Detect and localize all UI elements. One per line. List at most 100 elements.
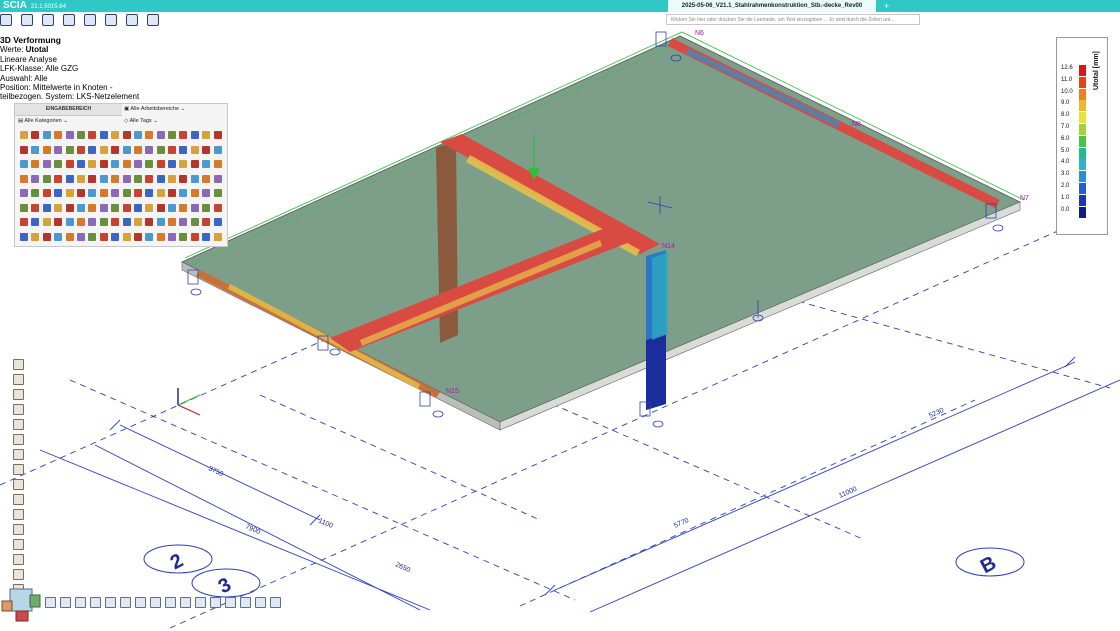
palette-tool-icon[interactable] [122, 160, 131, 168]
palette-tool-icon[interactable] [20, 131, 28, 139]
palette-tool-icon[interactable] [54, 189, 63, 197]
view-tool-icon[interactable] [210, 597, 221, 608]
palette-tool-icon[interactable] [54, 174, 63, 183]
palette-tool-icon[interactable] [133, 203, 142, 212]
toolbar-tool-icon[interactable] [13, 389, 24, 400]
palette-tool-icon[interactable] [65, 131, 74, 139]
palette-tool-icon[interactable] [20, 203, 28, 212]
palette-tool-icon[interactable] [99, 203, 108, 212]
palette-tool-icon[interactable] [31, 218, 40, 226]
palette-tool-icon[interactable] [133, 218, 142, 226]
palette-tool-icon[interactable] [99, 131, 108, 139]
palette-tool-icon[interactable] [111, 232, 120, 241]
palette-tool-icon[interactable] [179, 203, 188, 212]
palette-tool-icon[interactable] [88, 203, 97, 212]
palette-tool-icon[interactable] [65, 189, 74, 197]
palette-tool-icon[interactable] [65, 145, 74, 154]
palette-tool-icon[interactable] [145, 203, 154, 212]
toolbar-tool-icon[interactable] [13, 524, 24, 535]
palette-tool-icon[interactable] [31, 189, 40, 197]
palette-tool-icon[interactable] [213, 218, 222, 226]
palette-tool-icon[interactable] [168, 203, 177, 212]
palette-tool-icon[interactable] [145, 131, 154, 139]
palette-tool-icon[interactable] [65, 232, 74, 241]
palette-tool-icon[interactable] [99, 218, 108, 226]
palette-tool-icon[interactable] [54, 203, 63, 212]
toolbar-tool-icon[interactable] [13, 539, 24, 550]
palette-tool-icon[interactable] [42, 131, 51, 139]
palette-tool-icon[interactable] [190, 131, 199, 139]
view-tool-icon[interactable] [180, 597, 191, 608]
palette-tool-icon[interactable] [122, 218, 131, 226]
palette-tool-icon[interactable] [190, 145, 199, 154]
palette-tool-icon[interactable] [76, 160, 85, 168]
palette-tool-icon[interactable] [76, 218, 85, 226]
palette-tool-icon[interactable] [179, 218, 188, 226]
palette-tool-icon[interactable] [202, 145, 211, 154]
palette-tool-icon[interactable] [202, 174, 211, 183]
palette-tool-icon[interactable] [202, 203, 211, 212]
palette-tool-icon[interactable] [145, 189, 154, 197]
input-area-header[interactable]: EINGABEBEREICH [15, 104, 122, 116]
palette-tool-icon[interactable] [88, 131, 97, 139]
toolbar-tool-icon[interactable] [13, 464, 24, 475]
palette-tool-icon[interactable] [31, 145, 40, 154]
view-tool-icon[interactable] [240, 597, 251, 608]
model-viewport[interactable]: 3750 7900 1100 2650 5770 5230 11000 2 3 … [0, 0, 1120, 631]
view-tool-icon[interactable] [45, 597, 56, 608]
palette-tool-icon[interactable] [88, 218, 97, 226]
palette-tool-icon[interactable] [179, 131, 188, 139]
palette-tool-icon[interactable] [31, 160, 40, 168]
palette-tool-icon[interactable] [111, 218, 120, 226]
palette-tool-icon[interactable] [168, 174, 177, 183]
palette-tool-icon[interactable] [122, 203, 131, 212]
palette-tool-icon[interactable] [202, 131, 211, 139]
palette-tool-icon[interactable] [65, 203, 74, 212]
palette-tool-icon[interactable] [213, 203, 222, 212]
palette-tool-icon[interactable] [42, 160, 51, 168]
palette-tool-icon[interactable] [111, 131, 120, 139]
view-tool-icon[interactable] [120, 597, 131, 608]
palette-tool-icon[interactable] [190, 218, 199, 226]
palette-tool-icon[interactable] [190, 174, 199, 183]
view-tool-icon[interactable] [255, 597, 266, 608]
view-tool-icon[interactable] [75, 597, 86, 608]
palette-tool-icon[interactable] [190, 203, 199, 212]
toolbar-tool-icon[interactable] [13, 359, 24, 370]
palette-tool-icon[interactable] [42, 189, 51, 197]
toolbar-tool-icon[interactable] [13, 404, 24, 415]
palette-tool-icon[interactable] [202, 232, 211, 241]
palette-tool-icon[interactable] [76, 174, 85, 183]
palette-tool-icon[interactable] [133, 189, 142, 197]
palette-tool-icon[interactable] [122, 145, 131, 154]
palette-tool-icon[interactable] [213, 145, 222, 154]
palette-tool-icon[interactable] [156, 218, 165, 226]
palette-tool-icon[interactable] [20, 232, 28, 241]
categories-dropdown[interactable]: ▤ Alle Kategorien ⌄ [18, 116, 122, 127]
palette-tool-icon[interactable] [76, 189, 85, 197]
palette-tool-icon[interactable] [88, 160, 97, 168]
toolbar-tool-icon[interactable] [13, 554, 24, 565]
work-areas-dropdown[interactable]: ▣ Alle Arbeitsbereiche ⌄ [124, 104, 228, 115]
palette-tool-icon[interactable] [156, 131, 165, 139]
palette-tool-icon[interactable] [88, 189, 97, 197]
view-tool-icon[interactable] [60, 597, 71, 608]
view-cube[interactable] [0, 581, 44, 625]
palette-tool-icon[interactable] [168, 145, 177, 154]
palette-tool-icon[interactable] [168, 160, 177, 168]
palette-tool-icon[interactable] [54, 145, 63, 154]
palette-tool-icon[interactable] [42, 232, 51, 241]
palette-tool-icon[interactable] [202, 189, 211, 197]
palette-tool-icon[interactable] [31, 131, 40, 139]
palette-tool-icon[interactable] [65, 218, 74, 226]
palette-tool-icon[interactable] [179, 145, 188, 154]
palette-tool-icon[interactable] [122, 131, 131, 139]
palette-tool-icon[interactable] [31, 203, 40, 212]
view-tool-icon[interactable] [150, 597, 161, 608]
palette-tool-icon[interactable] [213, 131, 222, 139]
palette-tool-icon[interactable] [20, 174, 28, 183]
palette-tool-icon[interactable] [31, 174, 40, 183]
palette-tool-icon[interactable] [54, 218, 63, 226]
palette-tool-icon[interactable] [190, 160, 199, 168]
palette-tool-icon[interactable] [179, 189, 188, 197]
